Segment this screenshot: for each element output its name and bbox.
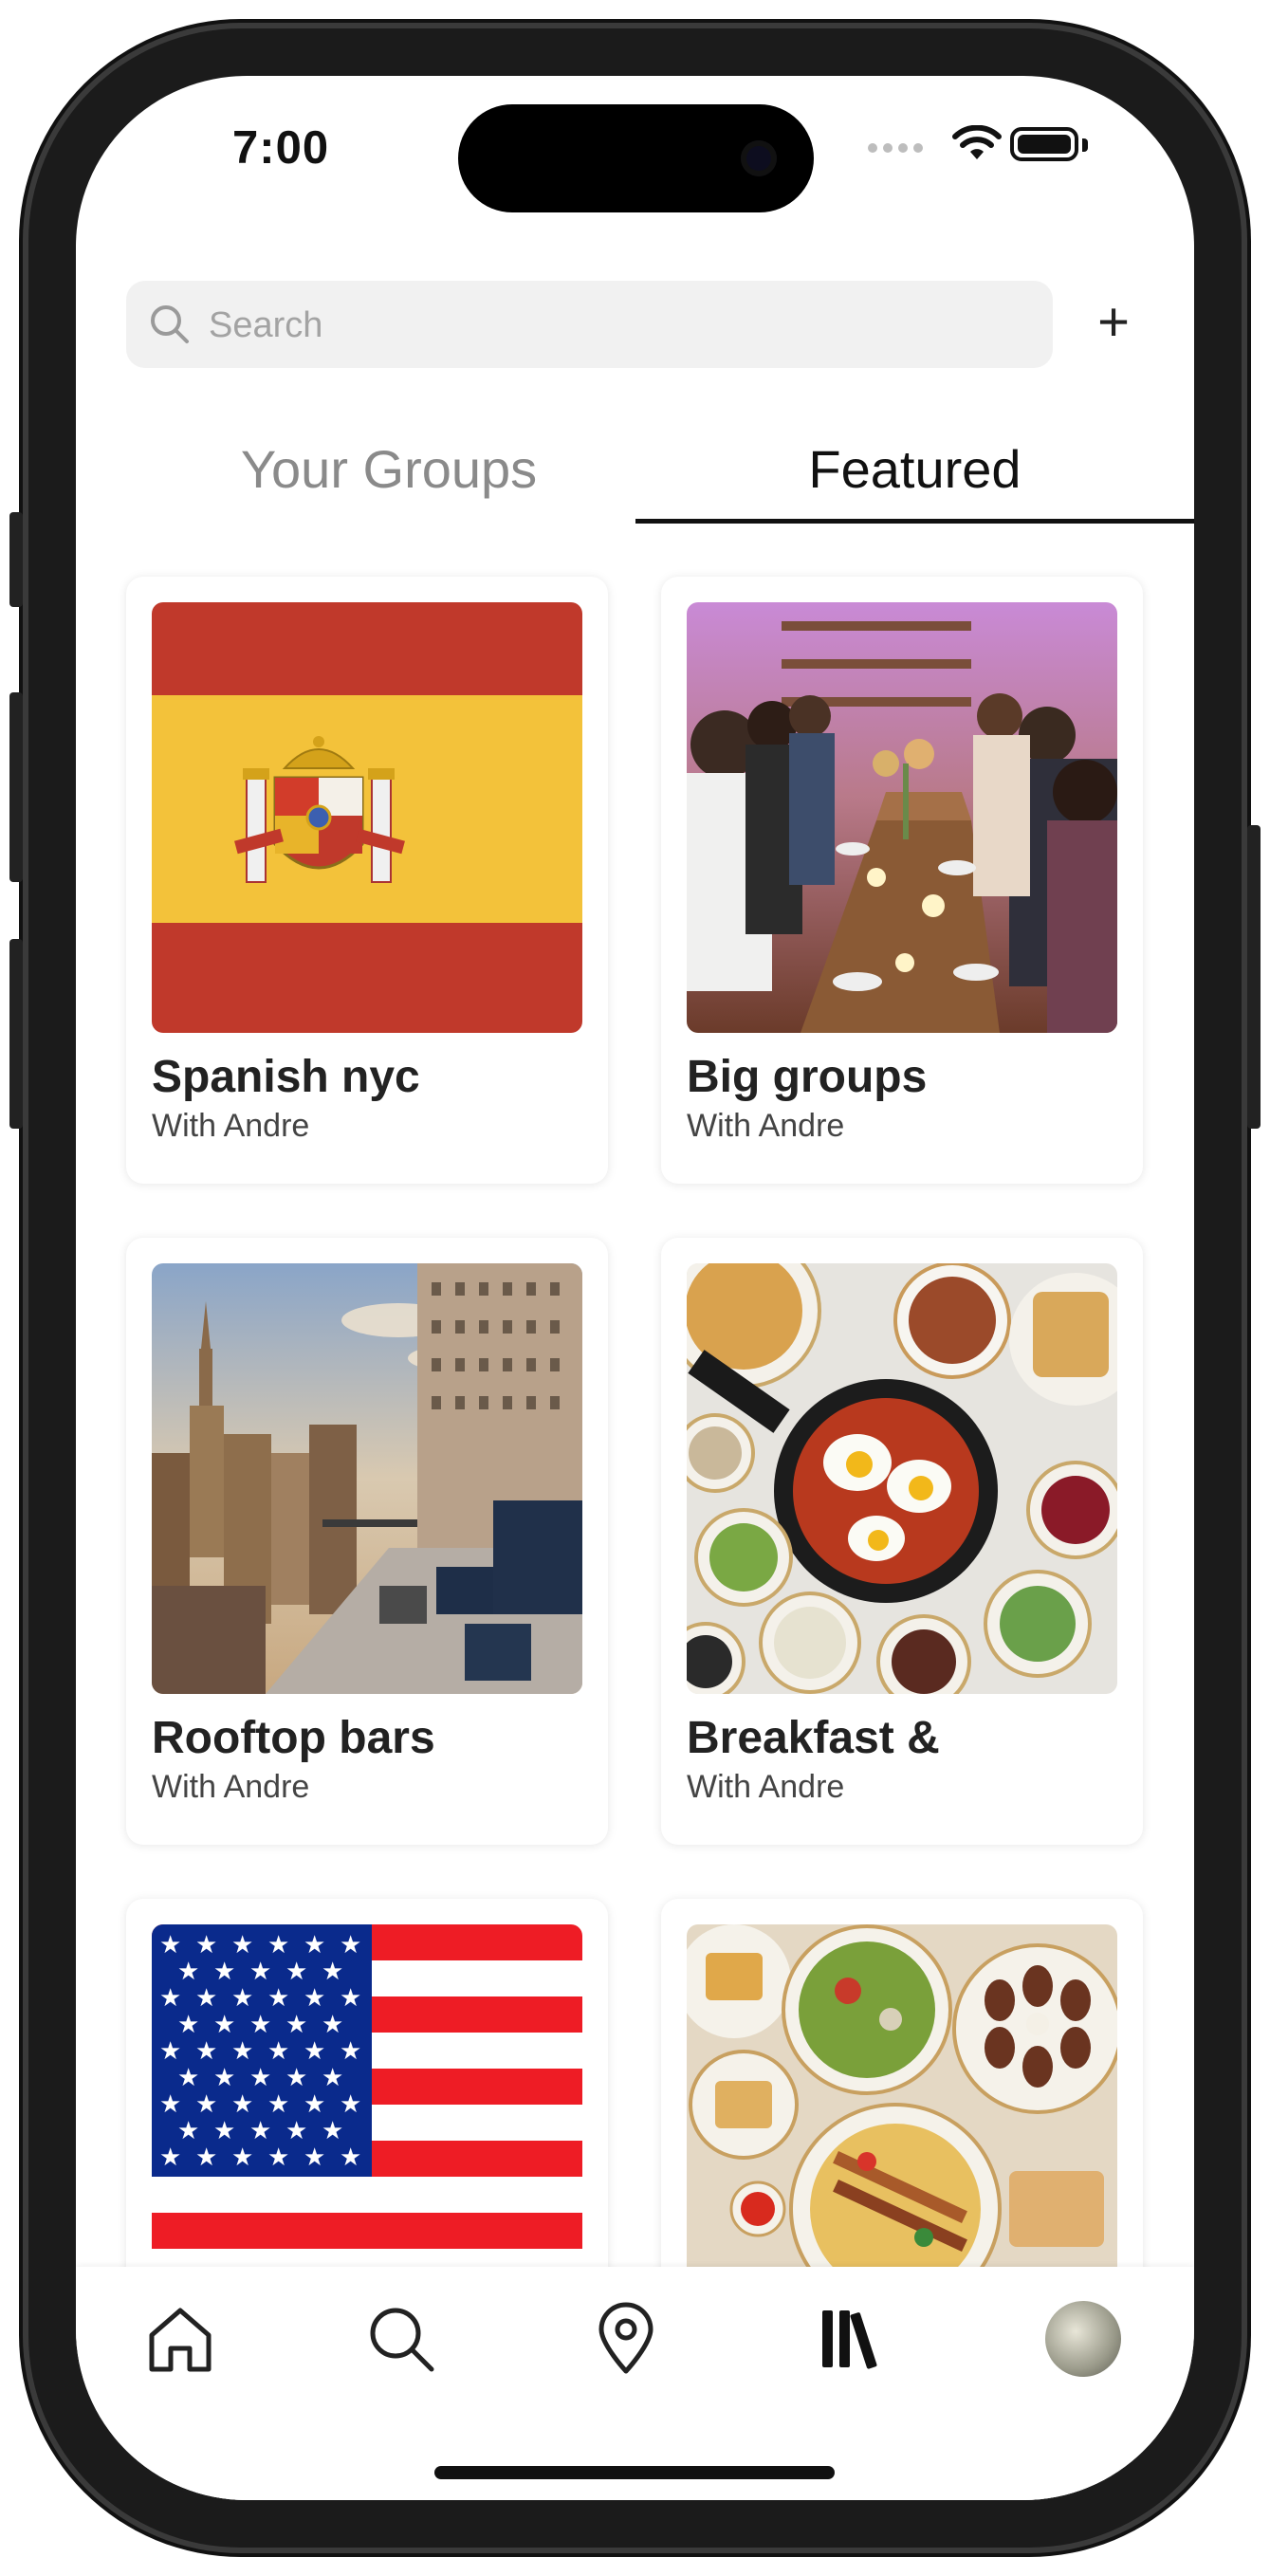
svg-text:★: ★ <box>304 2144 325 2172</box>
signal-dots-icon <box>868 140 929 157</box>
status-time: 7:00 <box>232 122 330 174</box>
svg-text:★: ★ <box>159 2090 181 2119</box>
svg-text:★: ★ <box>267 2037 289 2066</box>
wifi-icon <box>952 125 1002 159</box>
group-card[interactable]: Spanish nyc With Andre <box>126 577 608 1184</box>
svg-text:★: ★ <box>285 2117 307 2145</box>
svg-text:★: ★ <box>285 2011 307 2039</box>
group-subtitle: With Andre <box>152 1108 310 1144</box>
svg-text:★: ★ <box>340 2144 361 2172</box>
search-input[interactable] <box>207 281 1026 370</box>
svg-text:★: ★ <box>177 2117 199 2145</box>
svg-text:★: ★ <box>213 2064 235 2092</box>
group-subtitle: With Andre <box>152 1769 310 1805</box>
svg-text:★: ★ <box>249 2064 271 2092</box>
svg-text:★: ★ <box>267 2090 289 2119</box>
mute-switch <box>9 512 23 607</box>
svg-text:★: ★ <box>195 2037 217 2066</box>
svg-text:★: ★ <box>195 1984 217 2013</box>
group-title: Spanish nyc <box>152 1052 420 1102</box>
svg-text:★: ★ <box>249 2117 271 2145</box>
profile-avatar[interactable] <box>1045 2301 1121 2377</box>
search-bar[interactable] <box>126 281 1053 370</box>
svg-text:★: ★ <box>195 2090 217 2119</box>
battery-icon <box>1010 127 1078 161</box>
svg-text:★: ★ <box>304 1931 325 1960</box>
tab-your-groups[interactable]: Your Groups <box>133 417 645 522</box>
search-icon[interactable] <box>363 2301 439 2377</box>
front-camera <box>741 140 777 176</box>
tab-active-indicator <box>635 519 1194 524</box>
svg-text:★: ★ <box>231 1984 253 2013</box>
svg-text:★: ★ <box>159 1931 181 1960</box>
svg-text:★: ★ <box>285 2064 307 2092</box>
group-dinner-photo <box>687 602 1117 1033</box>
svg-text:★: ★ <box>249 1958 271 1986</box>
svg-text:★: ★ <box>231 1931 253 1960</box>
svg-text:★: ★ <box>322 2064 343 2092</box>
status-icons <box>868 125 1114 169</box>
svg-text:★: ★ <box>267 1931 289 1960</box>
power-button <box>1247 825 1261 1129</box>
svg-text:★: ★ <box>304 1984 325 2013</box>
svg-text:★: ★ <box>340 2090 361 2119</box>
svg-text:★: ★ <box>213 2011 235 2039</box>
home-indicator <box>434 2466 835 2479</box>
group-card[interactable]: Rooftop bars With Andre <box>126 1238 608 1845</box>
svg-text:★: ★ <box>231 2090 253 2119</box>
svg-text:★: ★ <box>340 1931 361 1960</box>
svg-text:★: ★ <box>231 2144 253 2172</box>
svg-text:★: ★ <box>159 2144 181 2172</box>
svg-text:★: ★ <box>322 2011 343 2039</box>
svg-text:★: ★ <box>195 2144 217 2172</box>
group-title: Rooftop bars <box>152 1713 435 1763</box>
svg-text:★: ★ <box>159 2037 181 2066</box>
svg-text:★: ★ <box>213 1958 235 1986</box>
volume-down-button <box>9 939 23 1129</box>
home-icon[interactable] <box>142 2301 218 2377</box>
group-subtitle: With Andre <box>687 1108 845 1144</box>
library-icon[interactable] <box>811 2301 887 2377</box>
svg-text:★: ★ <box>231 2037 253 2066</box>
svg-text:★: ★ <box>285 1958 307 1986</box>
svg-text:★: ★ <box>322 2117 343 2145</box>
nyc-rooftop-photo <box>152 1263 582 1694</box>
svg-text:★: ★ <box>249 2011 271 2039</box>
svg-text:★: ★ <box>177 2064 199 2092</box>
dynamic-island <box>458 104 814 212</box>
svg-text:★: ★ <box>159 1984 181 2013</box>
group-card[interactable]: Breakfast & With Andre <box>661 1238 1143 1845</box>
group-title: Breakfast & <box>687 1713 940 1763</box>
group-subtitle: With Andre <box>687 1769 845 1805</box>
svg-text:★: ★ <box>267 2144 289 2172</box>
group-title: Big groups <box>687 1052 928 1102</box>
add-group-button[interactable]: + <box>1081 292 1146 357</box>
svg-text:★: ★ <box>304 2090 325 2119</box>
search-icon <box>151 305 189 343</box>
group-card[interactable]: Big groups With Andre <box>661 577 1143 1184</box>
svg-text:★: ★ <box>340 2037 361 2066</box>
screen: 7:00 + Your Groups Featured <box>76 76 1194 2500</box>
map-pin-icon[interactable] <box>588 2301 664 2377</box>
svg-text:★: ★ <box>177 1958 199 1986</box>
svg-text:★: ★ <box>340 1984 361 2013</box>
svg-text:★: ★ <box>213 2117 235 2145</box>
breakfast-spread-photo <box>687 1263 1117 1694</box>
svg-text:★: ★ <box>304 2037 325 2066</box>
battery-tip <box>1082 138 1088 152</box>
svg-text:★: ★ <box>195 1931 217 1960</box>
volume-up-button <box>9 692 23 882</box>
svg-text:★: ★ <box>267 1984 289 2013</box>
tab-featured[interactable]: Featured <box>635 417 1194 522</box>
svg-text:★: ★ <box>322 1958 343 1986</box>
svg-text:★: ★ <box>177 2011 199 2039</box>
spain-flag-image <box>152 602 582 1033</box>
